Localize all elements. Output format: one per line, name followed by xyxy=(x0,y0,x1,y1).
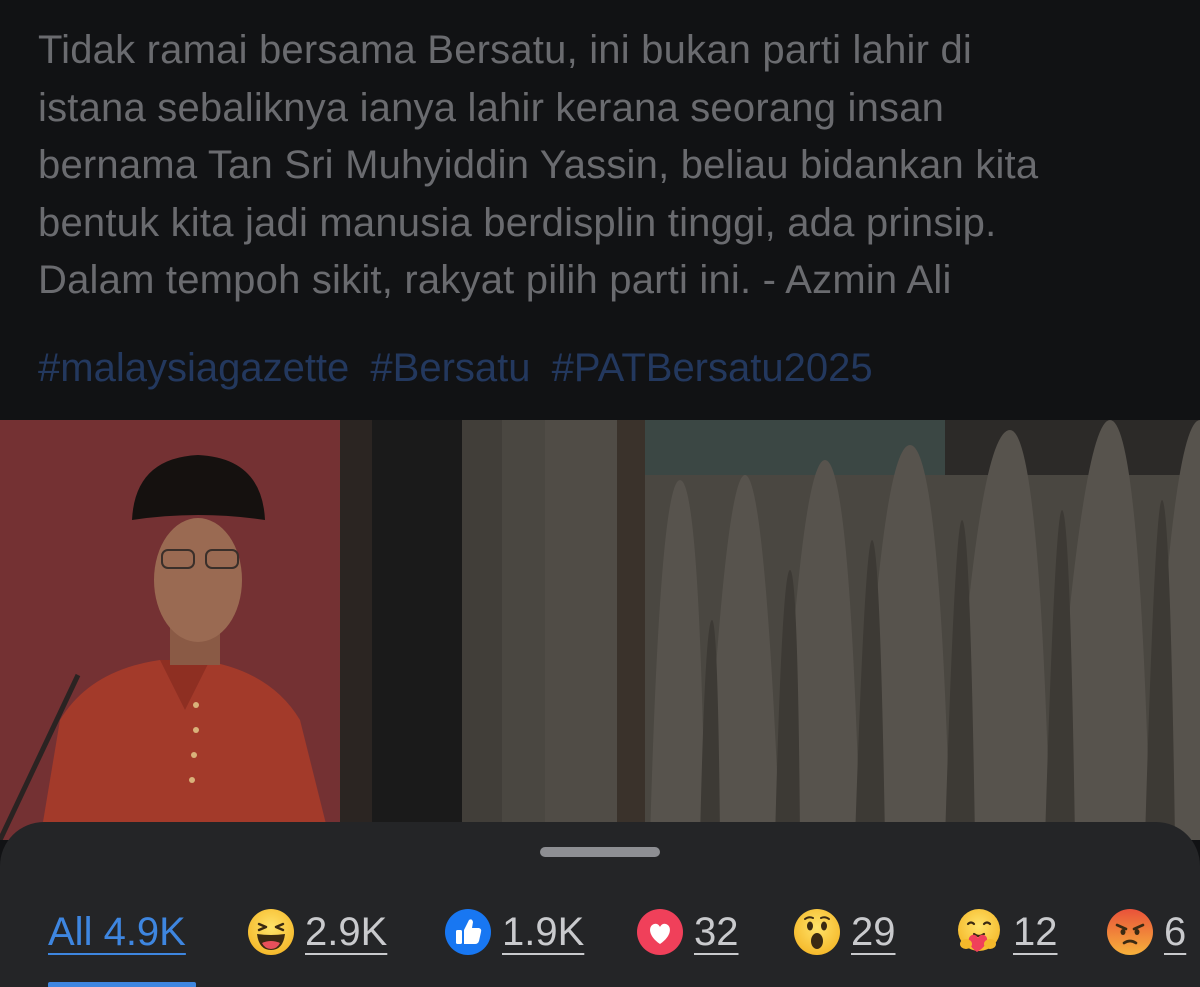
tab-label: All 4.9K xyxy=(48,909,186,954)
caption-line: bernama Tan Sri Muhyiddin Yassin, beliau… xyxy=(38,143,1039,187)
tab-label: 32 xyxy=(694,909,739,954)
facebook-post-screen: Tidak ramai bersama Bersatu, ini bukan p… xyxy=(0,0,1200,987)
tab-wow-reactions[interactable]: 29 xyxy=(793,902,896,962)
like-thumb-icon xyxy=(445,909,491,955)
active-tab-indicator xyxy=(48,982,196,987)
post-photo[interactable] xyxy=(0,420,1200,840)
tab-label: 1.9K xyxy=(502,909,585,954)
wow-emoji-icon xyxy=(794,909,840,955)
reactions-sheet: All 4.9K 2.9K 1.9K 32 29 12 6 xyxy=(0,822,1200,987)
heart-icon xyxy=(637,909,683,955)
caption-line: Tidak ramai bersama Bersatu, ini bukan p… xyxy=(38,28,972,72)
tab-all-reactions[interactable]: All 4.9K xyxy=(48,902,186,962)
post-hashtags: #malaysiagazette #Bersatu #PATBersatu202… xyxy=(38,340,883,397)
tab-care-reactions[interactable]: 12 xyxy=(955,902,1058,962)
tab-label: 2.9K xyxy=(305,909,388,954)
tab-haha-reactions[interactable]: 2.9K xyxy=(247,902,387,962)
hashtag-link[interactable]: #PATBersatu2025 xyxy=(552,346,873,390)
tab-angry-reactions[interactable]: 6 xyxy=(1106,902,1186,962)
tab-love-reactions[interactable]: 32 xyxy=(636,902,739,962)
caption-line: istana sebaliknya ianya lahir kerana seo… xyxy=(38,85,945,130)
tab-like-reactions[interactable]: 1.9K xyxy=(444,902,584,962)
reaction-tabs: All 4.9K 2.9K 1.9K 32 29 12 6 xyxy=(0,902,1200,962)
sheet-grabber-handle[interactable] xyxy=(540,847,660,857)
haha-emoji-icon xyxy=(248,909,294,955)
tab-label: 29 xyxy=(851,909,896,954)
post-caption: Tidak ramai bersama Bersatu, ini bukan p… xyxy=(38,22,1188,310)
caption-line: Dalam tempoh sikit, rakyat pilih parti i… xyxy=(38,258,952,302)
angry-emoji-icon xyxy=(1107,909,1153,955)
tab-label: 6 xyxy=(1164,909,1187,954)
caption-line: bentuk kita jadi manusia berdisplin ting… xyxy=(38,200,997,245)
photo-illustration xyxy=(0,420,1200,840)
hashtag-link[interactable]: #Bersatu xyxy=(370,346,530,390)
care-emoji-icon xyxy=(958,909,1000,952)
hashtag-link[interactable]: #malaysiagazette xyxy=(38,346,349,390)
tab-label: 12 xyxy=(1013,909,1058,954)
